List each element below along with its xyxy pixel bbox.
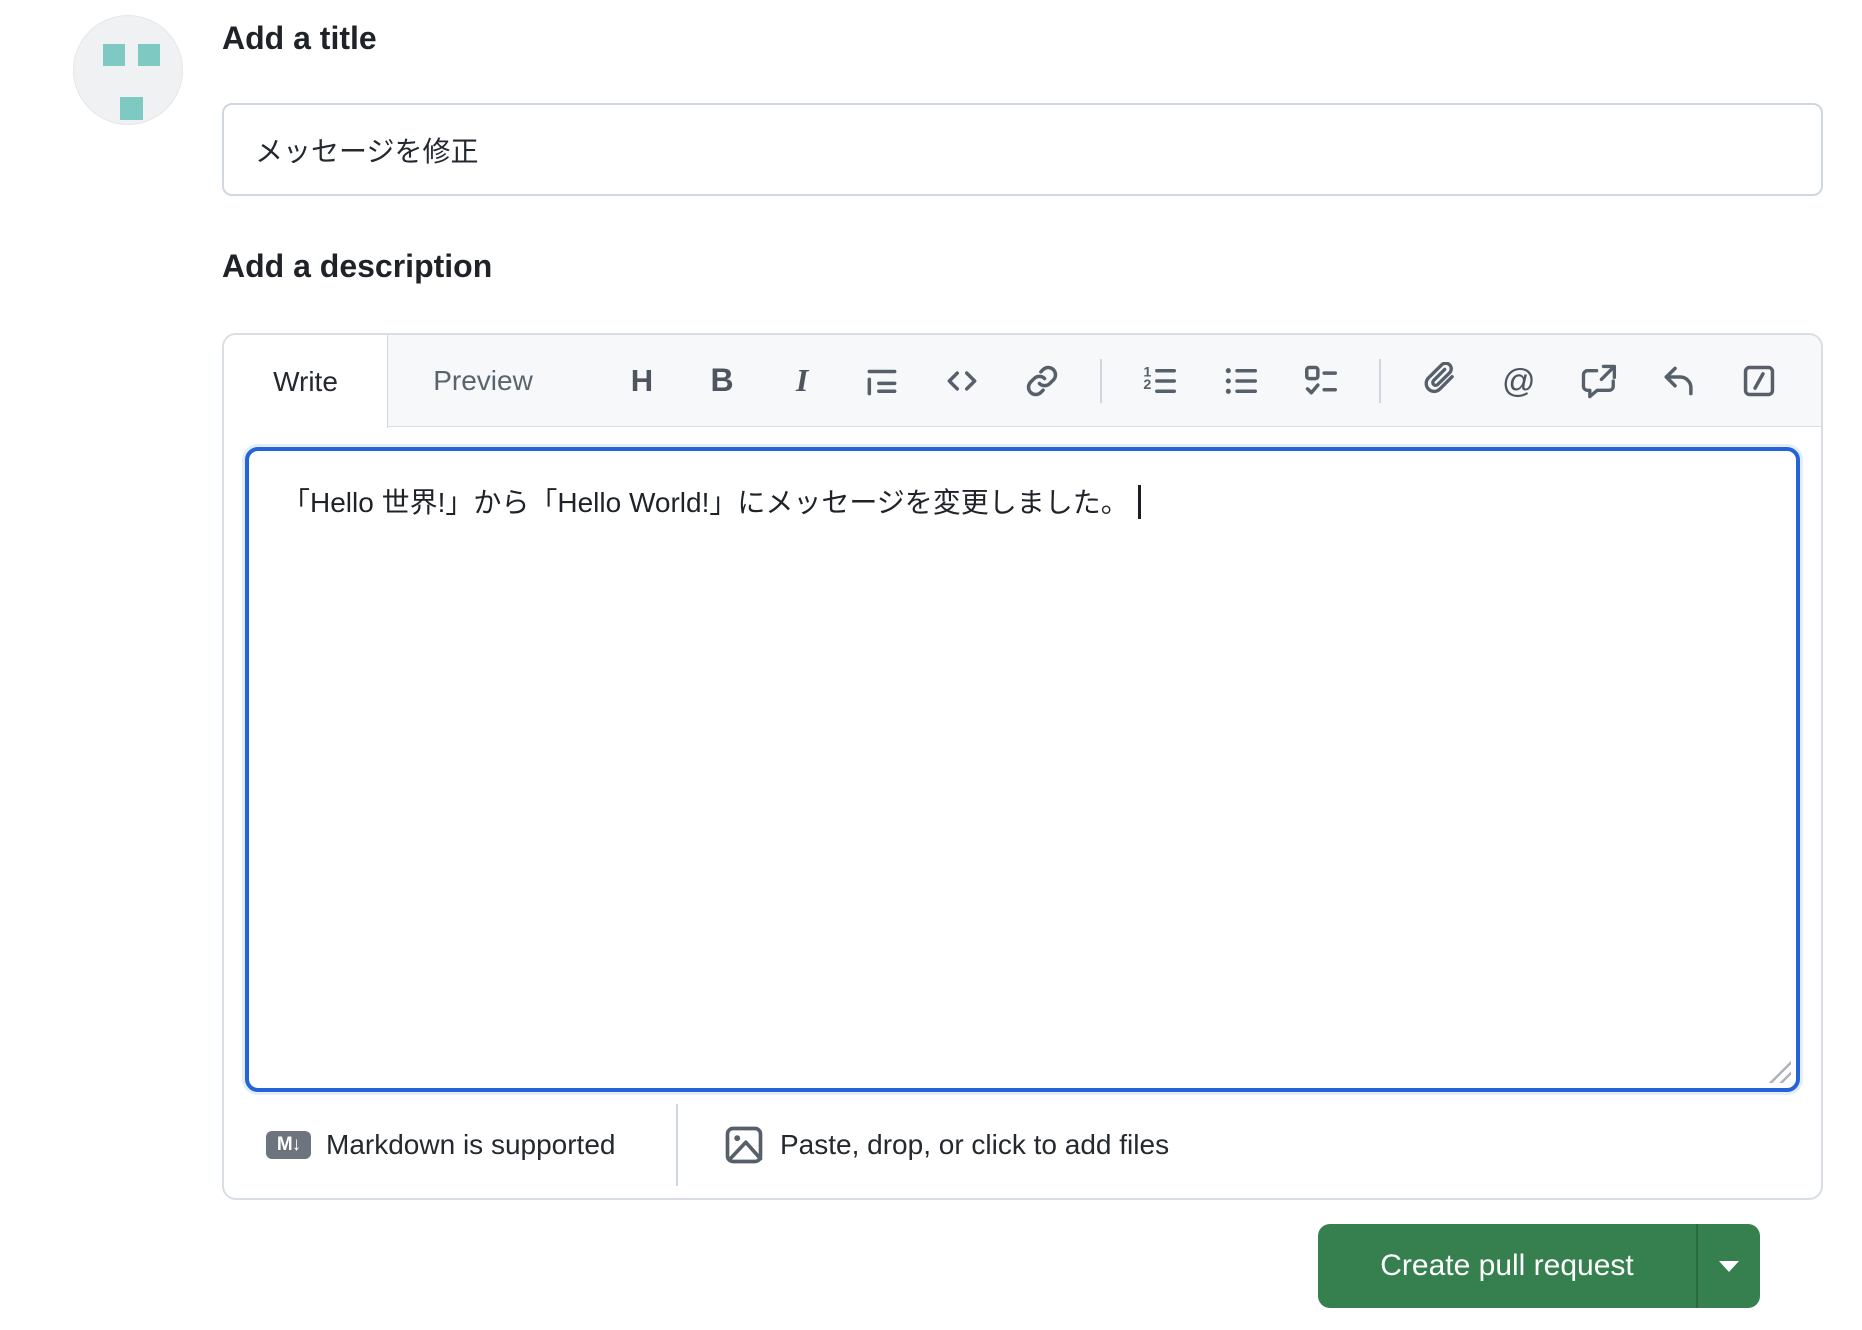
- attach-file-button[interactable]: [1417, 356, 1461, 406]
- ordered-list-button[interactable]: 1 2: [1138, 356, 1182, 406]
- attach-hint-text: Paste, drop, or click to add files: [780, 1129, 1170, 1160]
- bold-icon: B: [710, 362, 734, 398]
- markdown-supported-link[interactable]: M↓ Markdown is supported: [266, 1092, 615, 1198]
- mention-button[interactable]: @: [1497, 356, 1541, 406]
- markdown-icon: M↓: [266, 1131, 311, 1159]
- chevron-down-icon: [1719, 1260, 1739, 1272]
- avatar: [73, 15, 183, 125]
- create-pull-request-form: Add a title Add a description Write Prev…: [0, 0, 1862, 1330]
- task-list-icon: [1304, 365, 1337, 394]
- identicon-square: [120, 97, 143, 120]
- cross-reference-button[interactable]: [1577, 356, 1621, 406]
- italic-icon: I: [795, 362, 809, 398]
- identicon-square: [138, 44, 160, 66]
- description-textarea[interactable]: 「Hello 世界!」から「Hello World!」にメッセージを変更しました…: [245, 447, 1800, 1092]
- link-button[interactable]: [1020, 356, 1064, 406]
- attach-files-button[interactable]: Paste, drop, or click to add files: [722, 1092, 1169, 1198]
- editor-toolbar: Write Preview H B I 1 2 @: [224, 335, 1821, 428]
- mention-icon: @: [1502, 361, 1536, 399]
- identicon-square: [103, 44, 125, 66]
- link-icon: [1027, 365, 1058, 396]
- task-list-button[interactable]: [1299, 356, 1343, 406]
- footer-divider: [676, 1104, 678, 1186]
- image-icon: [725, 1126, 763, 1164]
- markdown-hint-text: Markdown is supported: [326, 1129, 616, 1160]
- heading-icon: H: [630, 362, 654, 398]
- create-pull-request-split-button: Create pull request: [1318, 1224, 1760, 1308]
- paperclip-icon: [1424, 361, 1454, 393]
- cross-reference-icon: [1581, 364, 1616, 398]
- reply-button[interactable]: [1657, 356, 1701, 406]
- toolbar-divider: [1100, 358, 1103, 403]
- svg-text:2: 2: [1144, 376, 1152, 392]
- reply-icon: [1664, 366, 1693, 395]
- quote-button[interactable]: [860, 356, 904, 406]
- create-pull-request-button[interactable]: Create pull request: [1318, 1224, 1696, 1308]
- italic-button[interactable]: I: [780, 356, 824, 406]
- text-cursor: [1137, 485, 1141, 519]
- tab-write[interactable]: Write: [224, 335, 388, 428]
- create-options-dropdown[interactable]: [1698, 1224, 1760, 1308]
- heading-button[interactable]: H: [620, 356, 664, 406]
- saved-replies-button[interactable]: [1737, 356, 1781, 406]
- markdown-editor: Write Preview H B I 1 2 @ 「Hello 世界!」から「…: [222, 333, 1823, 1200]
- editor-footer: M↓ Markdown is supported Paste, drop, or…: [224, 1092, 1821, 1198]
- unordered-list-button[interactable]: [1219, 356, 1263, 406]
- slash-box-icon: [1743, 365, 1775, 396]
- tab-preview[interactable]: Preview: [388, 335, 578, 426]
- description-text: 「Hello 世界!」から「Hello World!」にメッセージを変更しました…: [282, 487, 1129, 518]
- bold-button[interactable]: B: [700, 356, 744, 406]
- toolbar-divider: [1378, 358, 1381, 403]
- add-title-label: Add a title: [222, 20, 377, 56]
- add-description-label: Add a description: [222, 248, 493, 284]
- code-button[interactable]: [940, 356, 984, 406]
- code-icon: [947, 370, 977, 391]
- resize-handle[interactable]: [1764, 1056, 1791, 1083]
- ordered-list-icon: 1 2: [1144, 364, 1177, 393]
- quote-icon: [867, 369, 897, 395]
- title-input[interactable]: [222, 103, 1823, 196]
- unordered-list-icon: [1225, 367, 1257, 394]
